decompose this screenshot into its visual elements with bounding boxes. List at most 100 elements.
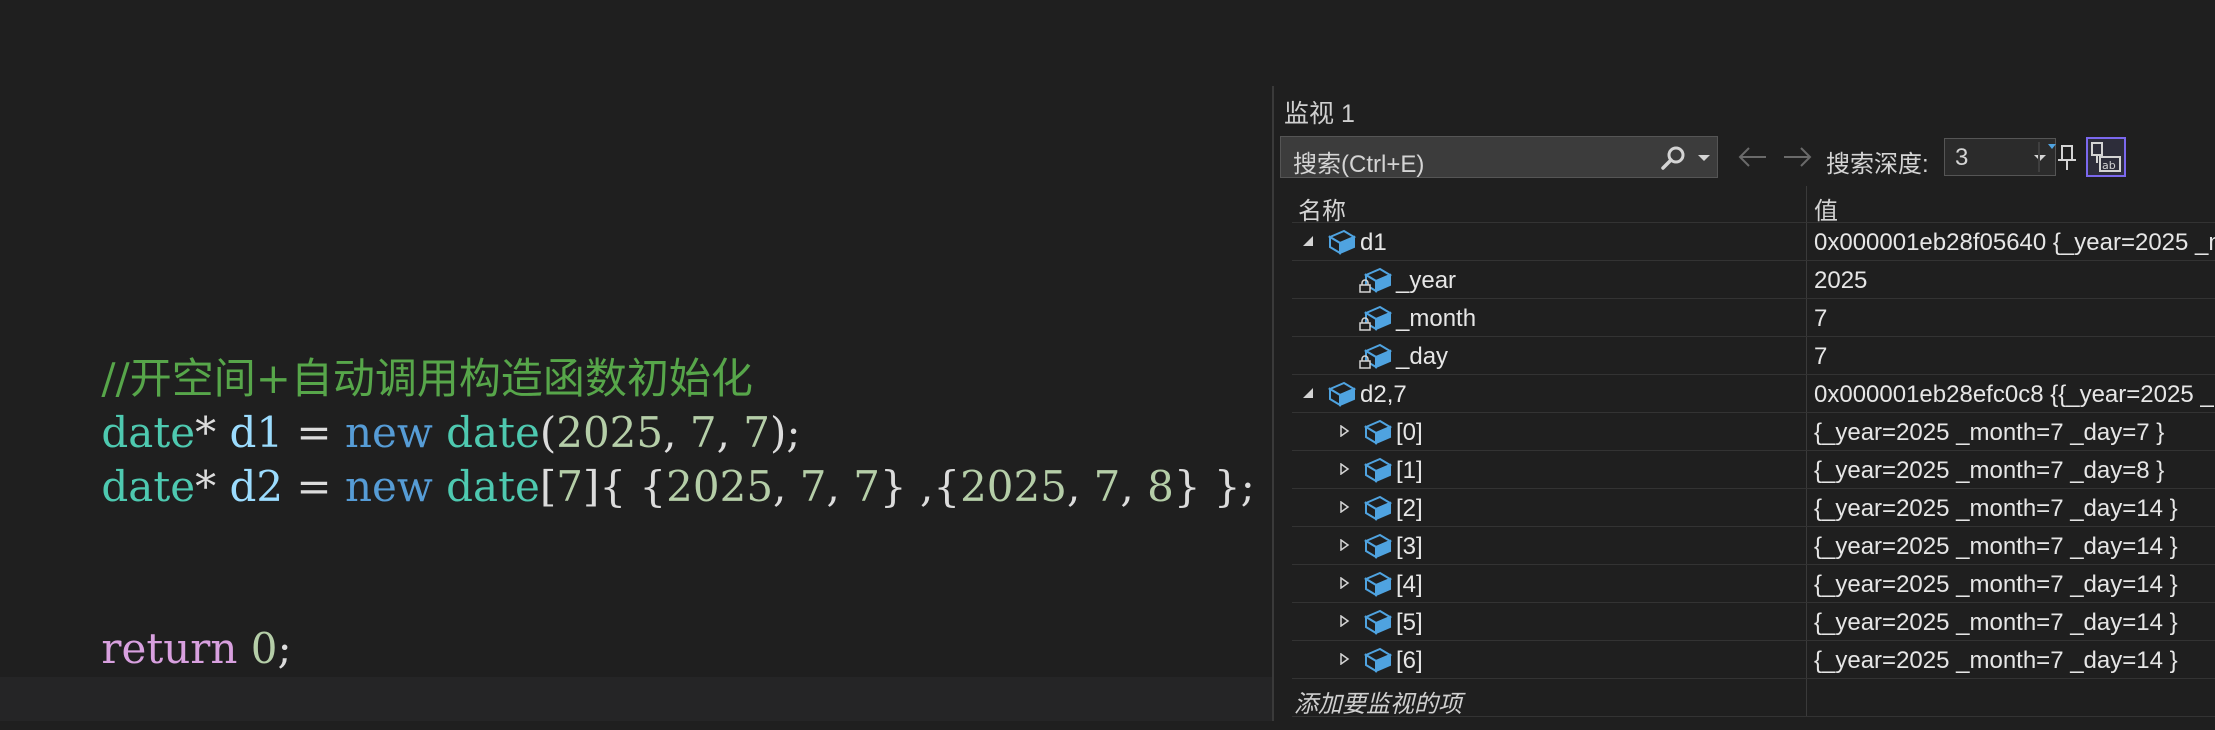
value-cell: {_year=2025 _month=7 _day=14 } [1808,641,2215,678]
row-value: 7 [1814,343,1828,370]
table-row[interactable]: d1 0x000001eb28f05640 {_year=2025 _m [1292,223,2215,261]
table-row[interactable]: _month 7 [1292,299,2215,337]
object-icon [1363,457,1393,483]
hex-display-button[interactable]: ab [2086,137,2126,177]
value-cell: {_year=2025 _month=7 _day=7 } [1808,413,2215,450]
value-cell: {_year=2025 _month=7 _day=14 } [1808,603,2215,640]
row-name: [3] [1396,533,1423,560]
forward-arrow-icon[interactable] [1780,142,1814,172]
editor-bottom-bar [0,677,1272,721]
row-name: _year [1396,267,1457,294]
expand-icon[interactable] [1338,539,1350,551]
table-row[interactable]: [4] {_year=2025 _month=7 _day=14 } [1292,565,2215,603]
object-icon [1363,495,1393,521]
add-watch-item[interactable]: 添加要监视的项 [1294,684,1462,719]
table-row[interactable]: _day 7 [1292,337,2215,375]
name-cell: [3] [1292,527,1807,564]
number-token: 2025 [666,462,774,511]
name-cell: [1] [1292,451,1807,488]
name-cell: 添加要监视的项 [1292,679,1807,719]
punct-token: , [826,462,854,511]
watch-title: 监视 1 [1284,100,1355,128]
row-value: 0x000001eb28f05640 {_year=2025 _m [1814,229,2215,256]
object-icon [1327,229,1357,255]
lock-icon [1359,279,1371,293]
name-cell: _day [1292,337,1807,374]
search-icon[interactable] [1659,144,1687,172]
row-name: [1] [1396,457,1423,484]
table-row[interactable]: [6] {_year=2025 _month=7 _day=14 } [1292,641,2215,679]
search-input[interactable]: 搜索(Ctrl+E) [1280,136,1718,178]
number-token: 7 [853,462,880,511]
row-value: 7 [1814,305,1828,332]
punct-token: , [1066,462,1094,511]
punct-token: = [283,462,345,511]
row-name: d2,7 [1360,381,1407,408]
punct-token: , [773,462,800,511]
table-row[interactable]: [3] {_year=2025 _month=7 _day=14 } [1292,527,2215,565]
search-depth-value: 3 [1955,144,1969,171]
code-editor[interactable]: //开空间+自动调用构造函数初始化 date* d1 = new date(20… [0,0,1272,721]
collapse-icon[interactable] [1302,387,1314,399]
row-value: {_year=2025 _month=7 _day=14 } [1814,647,2178,674]
row-name: [0] [1396,419,1423,446]
expand-icon[interactable] [1338,425,1350,437]
value-cell [1808,679,2215,716]
value-cell: {_year=2025 _month=7 _day=8 } [1808,451,2215,488]
expand-icon[interactable] [1338,501,1350,513]
number-token: 0 [250,624,278,673]
add-watch-row[interactable]: 添加要监视的项 [1292,679,2215,719]
number-token: 7 [799,462,827,511]
table-row[interactable]: [2] {_year=2025 _month=7 _day=14 } [1292,489,2215,527]
row-value: {_year=2025 _month=7 _day=7 } [1814,419,2165,446]
name-cell: [4] [1292,565,1807,602]
back-arrow-icon[interactable] [1736,142,1770,172]
code-line-d2[interactable]: date* d2 = new date[7]{ {2025, 7, 7} ,{2… [48,406,1254,568]
expand-icon[interactable] [1338,463,1350,475]
table-row[interactable]: _year 2025 [1292,261,2215,299]
expand-icon[interactable] [1338,615,1350,627]
keyword-token: return [101,624,238,673]
hex-display-icon: ab [2091,142,2121,172]
keyword-token: new [344,462,433,511]
name-cell: _month [1292,299,1807,336]
row-value: {_year=2025 _month=7 _day=14 } [1814,609,2178,636]
punct-token [433,462,446,511]
row-value: {_year=2025 _month=7 _day=14 } [1814,495,2178,522]
row-value: {_year=2025 _month=7 _day=8 } [1814,457,2165,484]
value-cell: {_year=2025 _month=7 _day=14 } [1808,489,2215,526]
name-header-label: 名称 [1298,198,1346,225]
table-row[interactable]: d2,7 0x000001eb28efc0c8 {{_year=2025 _ [1292,375,2215,413]
pin-icon[interactable] [2044,138,2080,176]
table-row[interactable]: [1] {_year=2025 _month=7 _day=8 } [1292,451,2215,489]
row-name: _month [1396,305,1477,332]
svg-text:ab: ab [2102,159,2116,172]
number-token: 8 [1147,462,1174,511]
chevron-down-icon[interactable] [1697,153,1711,163]
value-column-header[interactable]: 值 [1808,186,2215,222]
value-cell: 7 [1808,337,2215,374]
row-name: [5] [1396,609,1423,636]
name-column-header[interactable]: 名称 [1292,186,1807,225]
table-row[interactable]: [5] {_year=2025 _month=7 _day=14 } [1292,603,2215,641]
search-depth-label: 搜索深度: [1826,151,1929,178]
identifier-token: d2 [229,462,284,511]
table-row[interactable]: [0] {_year=2025 _month=7 _day=7 } [1292,413,2215,451]
expand-icon[interactable] [1338,653,1350,665]
type-token: date [446,462,540,511]
punct-token: ; [277,624,292,673]
type-token: date [101,462,196,511]
row-name: _day [1396,343,1449,370]
value-cell: {_year=2025 _month=7 _day=14 } [1808,565,2215,602]
value-header-label: 值 [1814,198,1838,222]
punct-token: * [195,462,230,511]
punct-token: [ [539,462,557,511]
toolbar-divider [2038,142,2040,172]
collapse-icon[interactable] [1302,235,1314,247]
value-cell: 0x000001eb28efc0c8 {{_year=2025 _ [1808,375,2215,412]
name-cell: d2,7 [1292,375,1807,412]
value-cell: 2025 [1808,261,2215,298]
expand-icon[interactable] [1338,577,1350,589]
watch-toolbar: 搜索(Ctrl+E) 搜索深度: 3 ab [1274,136,2215,180]
watch-window: 监视 1 搜索(Ctrl+E) 搜索深度: 3 ab 名称 值 d1 0x000… [1272,86,2215,721]
